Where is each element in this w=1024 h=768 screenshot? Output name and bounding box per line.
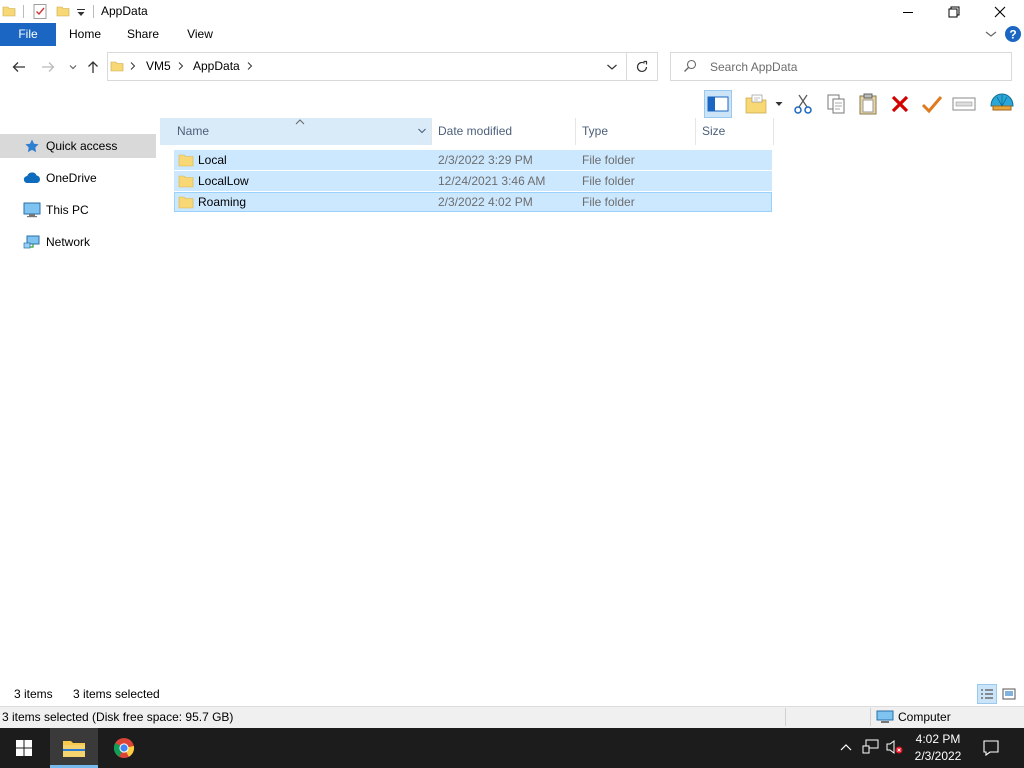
network-icon <box>22 234 42 250</box>
search-input[interactable]: Search AppData <box>710 60 797 74</box>
restore-button[interactable] <box>931 0 977 23</box>
delete-icon[interactable] <box>886 90 914 118</box>
large-icons-view-icon[interactable] <box>999 684 1019 704</box>
details-view-icon[interactable] <box>977 684 997 704</box>
column-divider[interactable] <box>773 118 774 145</box>
new-folder-dropdown-icon[interactable] <box>775 101 783 107</box>
column-header-name[interactable]: Name <box>177 118 209 145</box>
folder-icon <box>178 153 194 167</box>
column-header-date[interactable]: Date modified <box>438 118 512 145</box>
navigation-pane-icon[interactable] <box>704 90 732 118</box>
details-divider <box>785 708 786 726</box>
file-name: LocalLow <box>198 174 249 188</box>
item-count: 3 items <box>14 687 53 701</box>
star-icon <box>22 138 42 154</box>
minimize-button[interactable] <box>885 0 931 23</box>
file-name: Local <box>198 153 227 167</box>
column-filter-dropdown-icon[interactable] <box>417 127 427 135</box>
selected-count: 3 items selected <box>73 687 160 701</box>
refresh-button[interactable] <box>627 52 658 81</box>
column-divider[interactable] <box>695 118 696 145</box>
up-button[interactable] <box>82 56 104 78</box>
zone-label: Computer <box>898 710 951 724</box>
sidebar-item-label: This PC <box>46 203 89 217</box>
customize-qat-icon[interactable] <box>76 8 86 18</box>
address-bar[interactable] <box>107 52 627 81</box>
tab-share[interactable]: Share <box>122 23 164 46</box>
disk-space-status: 3 items selected (Disk free space: 95.7 … <box>2 710 234 724</box>
folder-icon <box>178 174 194 188</box>
tab-file[interactable]: File <box>0 23 56 46</box>
sidebar-item-network[interactable]: Network <box>0 230 156 254</box>
sidebar-item-onedrive[interactable]: OneDrive <box>0 166 156 190</box>
folder-icon <box>178 195 194 209</box>
volume-muted-icon[interactable] <box>885 739 905 755</box>
paste-icon[interactable] <box>854 90 882 118</box>
rename-check-icon[interactable] <box>918 90 946 118</box>
sidebar-item-label: OneDrive <box>46 171 97 185</box>
shell-icon[interactable] <box>988 90 1016 118</box>
column-header-size[interactable]: Size <box>702 118 725 145</box>
network-status-icon[interactable] <box>862 739 880 755</box>
file-explorer-taskbar-button[interactable] <box>50 728 98 768</box>
properties-icon[interactable] <box>950 90 978 118</box>
folder-icon <box>110 59 124 73</box>
help-icon[interactable]: ? <box>1004 25 1022 43</box>
file-date: 12/24/2021 3:46 AM <box>438 174 546 188</box>
sidebar-item-quick-access[interactable]: Quick access <box>0 134 156 158</box>
start-button[interactable] <box>0 728 48 768</box>
svg-text:?: ? <box>1009 28 1016 42</box>
close-button[interactable] <box>977 0 1023 23</box>
column-divider[interactable] <box>431 118 432 145</box>
forward-button[interactable] <box>37 56 59 78</box>
new-folder-icon[interactable] <box>56 4 70 18</box>
qat-separator <box>93 5 94 18</box>
details-divider <box>870 708 871 726</box>
chevron-right-icon[interactable] <box>129 61 137 71</box>
search-icon <box>683 59 697 73</box>
address-history-dropdown-icon[interactable] <box>606 62 618 72</box>
clock-date[interactable]: 2/3/2022 <box>908 748 968 765</box>
breadcrumb-vm5[interactable]: VM5 <box>146 59 171 73</box>
cut-icon[interactable] <box>789 90 817 118</box>
computer-icon <box>22 202 42 218</box>
file-date: 2/3/2022 4:02 PM <box>438 195 533 209</box>
file-type: File folder <box>582 174 635 188</box>
folder-icon <box>2 4 16 18</box>
new-folder-icon[interactable] <box>742 90 770 118</box>
column-divider[interactable] <box>575 118 576 145</box>
tab-home[interactable]: Home <box>64 23 106 46</box>
clock-time[interactable]: 4:02 PM <box>908 731 968 748</box>
window-title: AppData <box>101 4 148 18</box>
properties-icon[interactable] <box>33 3 48 20</box>
show-hidden-icons-icon[interactable] <box>839 741 853 753</box>
chevron-right-icon[interactable] <box>177 61 185 71</box>
copy-icon[interactable] <box>822 90 850 118</box>
computer-icon <box>876 710 894 724</box>
sort-ascending-icon <box>294 118 306 126</box>
cloud-icon <box>22 171 42 185</box>
recent-locations-icon[interactable] <box>62 56 84 78</box>
sidebar-item-label: Network <box>46 235 91 249</box>
file-date: 2/3/2022 3:29 PM <box>438 153 533 167</box>
back-button[interactable] <box>8 56 30 78</box>
chrome-taskbar-button[interactable] <box>100 728 148 768</box>
file-name: Roaming <box>198 195 247 209</box>
qat-separator <box>23 5 24 18</box>
title-bar <box>0 0 1024 23</box>
file-type: File folder <box>582 153 635 167</box>
breadcrumb-appdata[interactable]: AppData <box>193 59 240 73</box>
chevron-right-icon[interactable] <box>246 61 254 71</box>
notifications-icon[interactable] <box>982 739 1000 757</box>
expand-ribbon-icon[interactable] <box>985 29 997 39</box>
file-type: File folder <box>582 195 635 209</box>
column-header-type[interactable]: Type <box>582 118 608 145</box>
tab-view[interactable]: View <box>180 23 220 46</box>
sidebar-item-label: Quick access <box>46 139 118 153</box>
sidebar-item-this-pc[interactable]: This PC <box>0 198 156 222</box>
